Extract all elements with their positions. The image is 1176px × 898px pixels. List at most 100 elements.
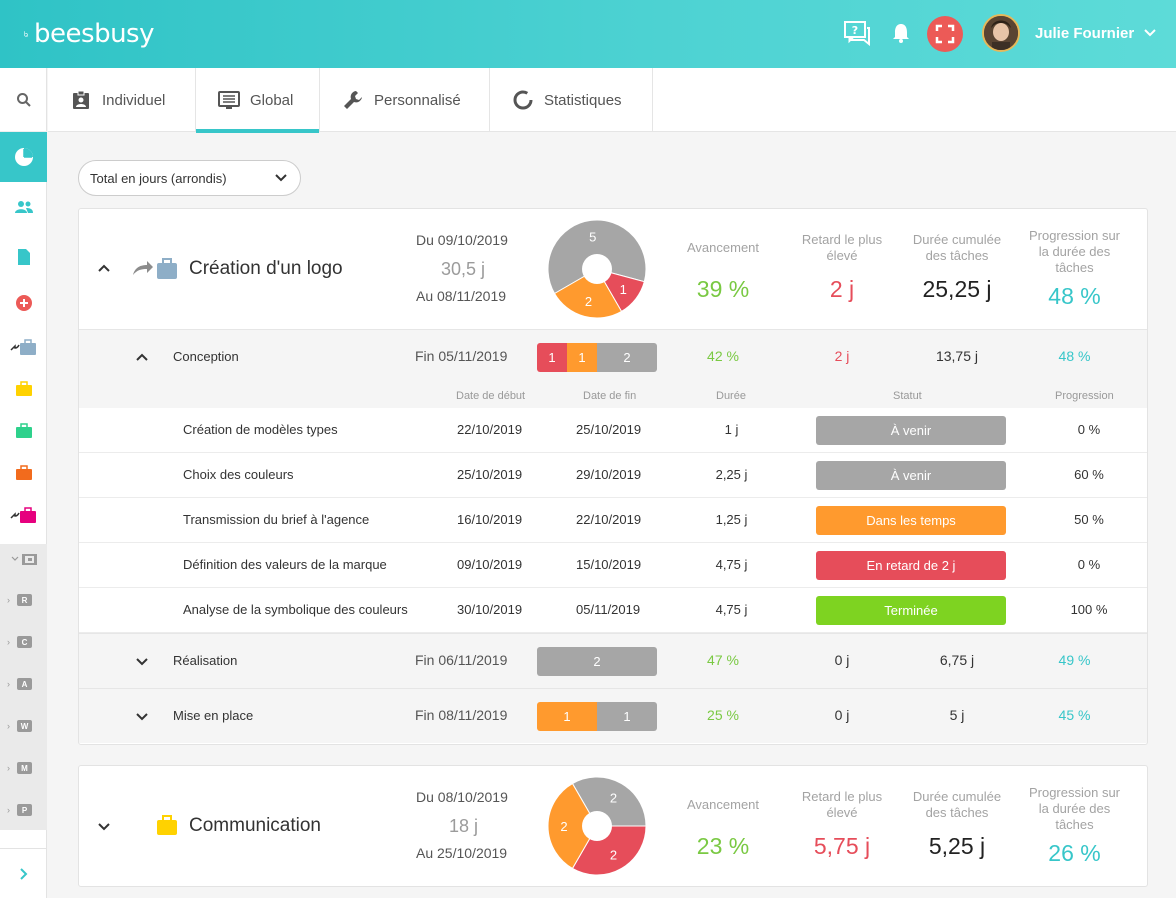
briefcase-green-icon bbox=[15, 423, 32, 438]
task-progress: 0 % bbox=[1077, 557, 1101, 572]
help-chat-icon[interactable]: ? bbox=[842, 18, 872, 48]
project-start-date: Du 08/10/2019 bbox=[416, 789, 508, 805]
sidebar-item-dashboard[interactable] bbox=[0, 132, 47, 182]
sidebar-item-documents[interactable] bbox=[0, 242, 47, 272]
user-name[interactable]: Julie Fournier bbox=[1035, 25, 1134, 42]
briefcase-yellow-icon bbox=[157, 815, 177, 835]
sidebar-project-3[interactable] bbox=[0, 416, 47, 446]
subproject-name: Conception bbox=[173, 349, 239, 364]
shared-briefcase-icon bbox=[9, 339, 36, 355]
sidebar-archive-c[interactable]: › C bbox=[7, 633, 41, 651]
sidebar-archive-a[interactable]: › A bbox=[7, 675, 41, 693]
chevron-down-icon[interactable] bbox=[1143, 26, 1157, 40]
task-duration: 1 j bbox=[724, 422, 739, 437]
notifications-bell-icon[interactable] bbox=[886, 18, 916, 48]
pie-slice-label: 2 bbox=[560, 819, 567, 834]
kpi-progression-value: 26 % bbox=[1048, 840, 1101, 866]
status-bar-segment: 1 bbox=[597, 702, 657, 731]
chevron-down-icon bbox=[275, 174, 287, 182]
tab-individuel[interactable]: Individuel bbox=[48, 68, 196, 132]
subproject-duree: 5 j bbox=[949, 707, 965, 723]
tab-statistiques[interactable]: Statistiques bbox=[490, 68, 653, 132]
task-start: 30/10/2019 bbox=[457, 602, 523, 617]
kpi-retard-label: Retard le plus élevé bbox=[801, 232, 883, 263]
kpi-avancement-label: Avancement bbox=[686, 240, 760, 255]
sidebar: › R › C › A › W › M › P bbox=[0, 68, 47, 898]
chevron-right-icon bbox=[19, 867, 27, 880]
clipboard-user-icon bbox=[70, 89, 92, 111]
sidebar-archive-p[interactable]: › P bbox=[7, 801, 41, 819]
search-icon bbox=[16, 92, 31, 107]
tab-label: Individuel bbox=[102, 91, 166, 109]
task-name: Choix des couleurs bbox=[183, 467, 294, 482]
sidebar-project-5[interactable] bbox=[0, 500, 47, 530]
chevron-up-icon[interactable] bbox=[135, 352, 149, 362]
kpi-avancement-label: Avancement bbox=[686, 797, 760, 812]
pie-slice-label: 2 bbox=[610, 790, 617, 805]
tab-label: Personnalisé bbox=[374, 91, 461, 109]
chevron-up-icon[interactable] bbox=[97, 263, 111, 273]
unit-select[interactable]: Total en jours (arrondis) bbox=[78, 160, 301, 196]
top-bar: beesbusy ? Julie Fournier bbox=[0, 0, 1176, 68]
chevron-down-icon[interactable] bbox=[135, 657, 149, 667]
task-row[interactable]: Choix des couleurs 25/10/2019 29/10/2019… bbox=[79, 453, 1147, 498]
sidebar-search[interactable] bbox=[0, 68, 47, 132]
sidebar-item-users[interactable] bbox=[0, 192, 47, 222]
document-icon bbox=[17, 249, 30, 265]
task-status-badge: En retard de 2 j bbox=[816, 551, 1006, 580]
sidebar-item-add[interactable] bbox=[0, 288, 47, 318]
sidebar-archive-r[interactable]: › R bbox=[7, 591, 41, 609]
add-circle-icon bbox=[15, 295, 32, 311]
subproject-avancement: 47 % bbox=[707, 652, 739, 668]
fullscreen-icon[interactable] bbox=[927, 16, 963, 52]
sidebar-archive-w[interactable]: › W bbox=[7, 717, 41, 735]
subproject-end-date: Fin 06/11/2019 bbox=[415, 652, 508, 668]
tab-label: Statistiques bbox=[544, 91, 622, 109]
tab-personnalise[interactable]: Personnalisé bbox=[320, 68, 490, 132]
sidebar-project-1[interactable] bbox=[0, 332, 47, 362]
task-row[interactable]: Définition des valeurs de la marque 09/1… bbox=[79, 543, 1147, 588]
unit-select-value: Total en jours (arrondis) bbox=[90, 170, 227, 186]
project-header: Création d'un logo Du 09/10/2019 30,5 j … bbox=[79, 209, 1147, 329]
sidebar-project-2[interactable] bbox=[0, 374, 47, 404]
sidebar-archive-folder[interactable] bbox=[0, 544, 47, 574]
project-end-date: Au 25/10/2019 bbox=[416, 845, 508, 861]
chevron-down-icon[interactable] bbox=[135, 712, 149, 722]
task-row[interactable]: Analyse de la symbolique des couleurs 30… bbox=[79, 588, 1147, 633]
subproject-retard: 0 j bbox=[834, 707, 850, 723]
project-tasks-pie-chart: 2 2 2 bbox=[547, 776, 647, 876]
subproject-avancement: 42 % bbox=[707, 348, 739, 364]
subproject-name: Mise en place bbox=[173, 708, 254, 723]
view-tabs: Individuel Global Personnalisé Statistiq… bbox=[48, 68, 1176, 133]
pie-slice-label: 5 bbox=[589, 229, 596, 244]
project-name[interactable]: Communication bbox=[189, 815, 321, 837]
kpi-avancement-value: 23 % bbox=[696, 833, 750, 859]
task-duration: 2,25 j bbox=[715, 467, 748, 482]
pie-slice-label: 1 bbox=[620, 282, 627, 297]
col-progress: Progression bbox=[1055, 390, 1114, 402]
project-name[interactable]: Création d'un logo bbox=[189, 258, 343, 280]
subproject-row[interactable]: Conception Fin 05/11/2019 112 42 % 2 j 1… bbox=[79, 329, 1147, 384]
subproject-row[interactable]: Réalisation Fin 06/11/2019 2 47 % 0 j 6,… bbox=[79, 633, 1147, 688]
sidebar-expand-button[interactable] bbox=[0, 848, 47, 898]
sidebar-archive-m[interactable]: › M bbox=[7, 759, 41, 777]
project-header: Communication Du 08/10/2019 18 j Au 25/1… bbox=[79, 766, 1147, 886]
project-duration: 30,5 j bbox=[441, 259, 486, 279]
task-progress: 0 % bbox=[1077, 422, 1101, 437]
task-name: Transmission du brief à l'agence bbox=[183, 512, 370, 527]
subproject-status-bar: 2 bbox=[537, 647, 657, 676]
task-progress: 60 % bbox=[1074, 467, 1104, 482]
app-logo[interactable]: beesbusy bbox=[24, 12, 154, 56]
kpi-duree-value: 25,25 j bbox=[922, 276, 992, 302]
task-row[interactable]: Transmission du brief à l'agence 16/10/2… bbox=[79, 498, 1147, 543]
tab-global[interactable]: Global bbox=[196, 68, 320, 133]
chevron-down-icon[interactable] bbox=[97, 822, 111, 832]
sidebar-project-4[interactable] bbox=[0, 458, 47, 488]
subproject-row[interactable]: Mise en place Fin 08/11/2019 11 25 % 0 j… bbox=[79, 688, 1147, 743]
task-duration: 4,75 j bbox=[715, 602, 748, 617]
donut-chart-icon bbox=[512, 89, 534, 111]
user-avatar[interactable] bbox=[982, 14, 1020, 52]
task-duration: 4,75 j bbox=[715, 557, 748, 572]
pie-slice-label: 2 bbox=[610, 848, 617, 863]
task-row[interactable]: Création de modèles types 22/10/2019 25/… bbox=[79, 408, 1147, 453]
